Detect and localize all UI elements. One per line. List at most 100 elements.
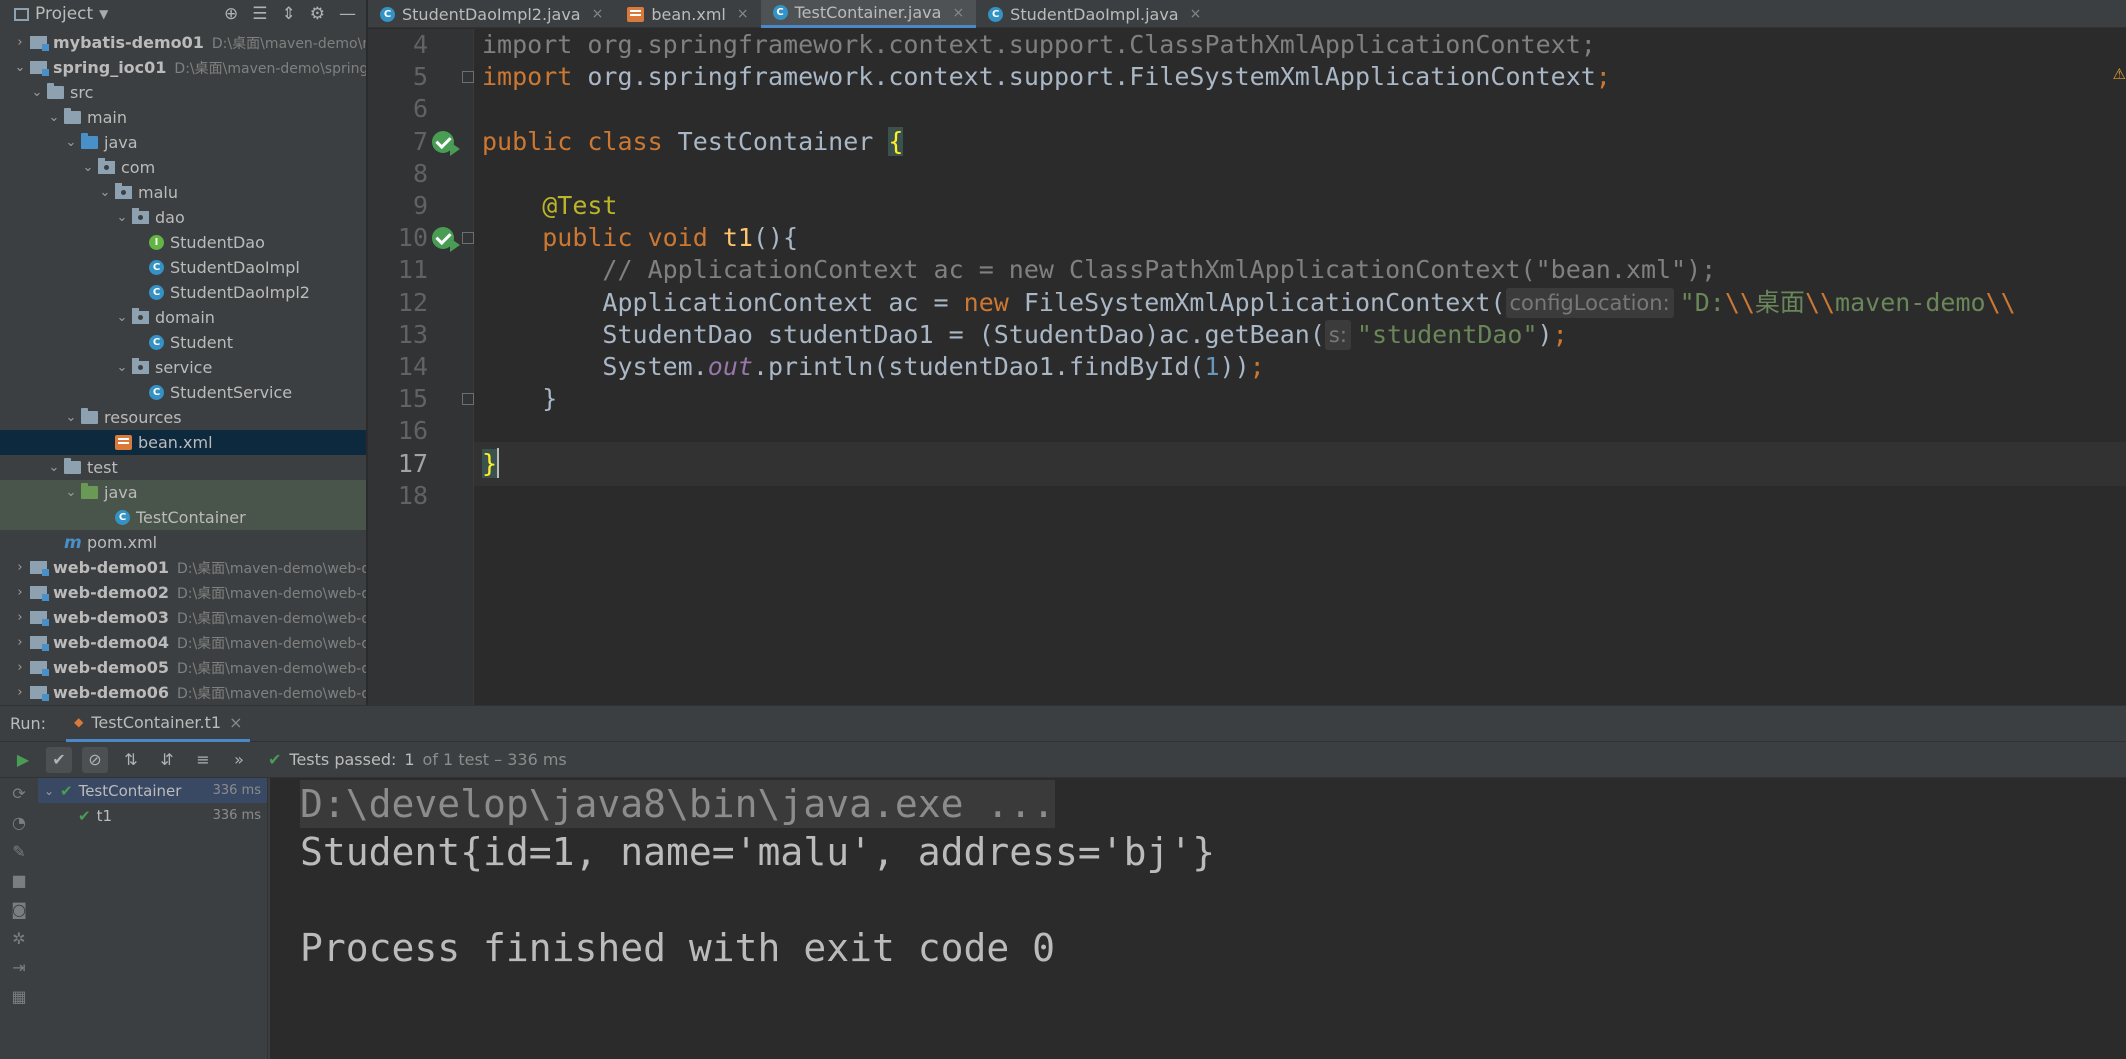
test-item[interactable]: ⌄ ✔ TestContainer 336 ms — [38, 778, 267, 803]
show-passed-icon[interactable]: ✔ — [46, 746, 72, 773]
tree-item[interactable]: › web-demo04 D:\桌面\maven-demo\web-d — [0, 630, 366, 655]
code-line[interactable]: public class TestContainer { — [482, 120, 904, 164]
tree-item[interactable]: ⌄ domain — [0, 305, 366, 330]
tree-item[interactable]: › web-demo03 D:\桌面\maven-demo\web-d — [0, 605, 366, 630]
tree-item[interactable]: C TestContainer — [0, 505, 366, 530]
editor-tab[interactable]: bean.xml × — [615, 0, 760, 28]
chevron-down-icon[interactable]: ⌄ — [12, 60, 28, 75]
fold-marker-icon[interactable] — [462, 232, 474, 245]
tree-item[interactable]: ⌄ java — [0, 130, 366, 155]
chevron-down-icon[interactable]: ⌄ — [114, 360, 130, 375]
tree-item[interactable]: m pom.xml — [0, 530, 366, 555]
tree-item[interactable]: › web-demo02 D:\桌面\maven-demo\web-d — [0, 580, 366, 605]
editor-tab[interactable]: C StudentDaoImpl.java × — [976, 0, 1213, 28]
close-icon[interactable]: × — [737, 6, 749, 22]
chevron-right-icon[interactable]: › — [12, 610, 28, 625]
chevron-right-icon[interactable]: › — [12, 635, 28, 650]
code-editor[interactable]: 4 5 6 7 8 9 10 11 12 13 14 15 16 17 18 import org.spri… — [368, 29, 2126, 705]
chevron-right-icon[interactable]: › — [12, 585, 28, 600]
tree-item[interactable]: ⌄ com — [0, 155, 366, 180]
expand-all-icon[interactable]: ⇕ — [282, 4, 296, 24]
editor-tab[interactable]: C TestContainer.java × — [760, 0, 977, 28]
tree-item[interactable]: › web-demo01 D:\桌面\maven-demo\web-d — [0, 555, 366, 580]
tree-item[interactable]: ⌄ service — [0, 355, 366, 380]
tree-item[interactable]: C Student — [0, 330, 366, 355]
chevron-down-icon[interactable]: ▼ — [99, 7, 108, 21]
tree-item-label: StudentService — [170, 383, 293, 402]
tree-item[interactable]: ⌄ src — [0, 80, 366, 105]
tree-item[interactable]: ⌄ main — [0, 105, 366, 130]
sort-alpha-icon[interactable]: ⇅ — [118, 747, 144, 773]
stop-icon[interactable]: ■ — [11, 871, 26, 890]
fold-marker-icon[interactable] — [462, 393, 474, 406]
settings-icon[interactable]: ✲ — [12, 929, 25, 948]
code-line[interactable]: import org.springframework.context.suppo… — [482, 55, 1611, 99]
project-view-selector[interactable]: Project ▼ — [14, 4, 108, 24]
tree-item[interactable]: ⌄ resources — [0, 405, 366, 430]
tree-item[interactable]: ⌄ test — [0, 455, 366, 480]
tree-item[interactable]: ⌄ java — [0, 480, 366, 505]
history-icon[interactable]: ◔ — [12, 813, 26, 832]
exit-icon[interactable]: ⇥ — [12, 958, 25, 977]
chevron-down-icon[interactable]: ⌄ — [63, 410, 79, 425]
chevron-right-icon[interactable]: › — [12, 560, 28, 575]
status-count: 1 — [404, 750, 415, 769]
chevron-down-icon[interactable]: ⌄ — [46, 460, 62, 475]
code-line[interactable]: System.out.println(studentDao1.findById(… — [482, 345, 1264, 389]
chevron-down-icon[interactable]: ⌄ — [63, 485, 79, 500]
tree-item[interactable]: ⌄ dao — [0, 205, 366, 230]
test-item[interactable]: ✔ t1 336 ms — [38, 803, 267, 828]
chevron-right-icon[interactable]: › — [12, 660, 28, 675]
editor-tab-label: StudentDaoImpl2.java — [402, 4, 581, 24]
collapse-all-icon[interactable]: ☰ — [252, 4, 267, 24]
chevron-down-icon[interactable]: ⌄ — [46, 110, 62, 125]
tree-item[interactable]: › mybatis-demo01 D:\桌面\maven-demo\m — [0, 30, 366, 55]
hide-icon[interactable]: — — [339, 4, 356, 24]
tree-item[interactable]: bean.xml — [0, 430, 366, 455]
wrench-icon[interactable]: ✎ — [12, 842, 25, 861]
sort-duration-icon[interactable]: ⇵ — [154, 747, 180, 773]
run-tab[interactable]: ◆ TestContainer.t1 × — [66, 706, 251, 742]
expand-icon[interactable]: ≡ — [190, 747, 216, 773]
chevron-down-icon[interactable]: ⌄ — [114, 210, 130, 225]
tree-item[interactable]: › web-demo06 D:\桌面\maven-demo\web-d — [0, 680, 366, 705]
xml-file-icon — [627, 6, 645, 22]
editor-tab[interactable]: C StudentDaoImpl2.java × — [368, 0, 615, 28]
gear-icon[interactable]: ⚙ — [310, 4, 325, 24]
chevron-down-icon[interactable]: ⌄ — [114, 310, 130, 325]
tree-item[interactable]: ⌄ malu — [0, 180, 366, 205]
close-icon[interactable]: × — [592, 6, 604, 22]
tree-item[interactable]: C StudentService — [0, 380, 366, 405]
chevron-right-icon[interactable]: › — [12, 685, 28, 700]
close-icon[interactable]: × — [952, 5, 964, 21]
chevron-down-icon[interactable]: ⌄ — [29, 85, 45, 100]
console-output[interactable]: D:\develop\java8\bin\java.exe ... Student… — [270, 778, 2126, 1059]
code-token: \\ — [1724, 287, 1755, 317]
chevron-down-icon[interactable]: ⌄ — [63, 135, 79, 150]
chevron-down-icon[interactable]: ⌄ — [97, 185, 113, 200]
chevron-down-icon[interactable]: ⌄ — [42, 784, 56, 798]
chevron-right-icon[interactable]: › — [12, 35, 28, 50]
warning-icon[interactable]: ⚠ — [2113, 65, 2126, 83]
fold-marker-icon[interactable] — [462, 71, 474, 84]
code-line[interactable]: } — [482, 377, 557, 421]
more-icon[interactable]: » — [226, 747, 252, 773]
close-icon[interactable]: × — [1190, 6, 1202, 22]
tree-item[interactable]: C StudentDaoImpl2 — [0, 280, 366, 305]
tree-item[interactable]: I StudentDao — [0, 230, 366, 255]
run-test-icon[interactable] — [428, 216, 460, 260]
debug-icon[interactable]: ⟳ — [12, 784, 25, 803]
code-line[interactable]: } — [482, 442, 500, 486]
locate-icon[interactable]: ⊕ — [224, 4, 238, 24]
tree-item[interactable]: ⌄ spring_ioc01 D:\桌面\maven-demo\spring_ — [0, 55, 366, 80]
tree-item[interactable]: C StudentDaoImpl — [0, 255, 366, 280]
run-test-icon[interactable] — [428, 120, 460, 164]
maven-icon: m — [64, 532, 82, 553]
show-ignored-icon[interactable]: ⊘ — [82, 746, 108, 773]
camera-icon[interactable]: ◙ — [11, 900, 27, 919]
chevron-down-icon[interactable]: ⌄ — [80, 160, 96, 175]
close-icon[interactable]: × — [229, 713, 242, 732]
layout-icon[interactable]: ▦ — [11, 987, 26, 1006]
tree-item[interactable]: › web-demo05 D:\桌面\maven-demo\web-d — [0, 655, 366, 680]
rerun-icon[interactable]: ▶ — [10, 747, 36, 773]
